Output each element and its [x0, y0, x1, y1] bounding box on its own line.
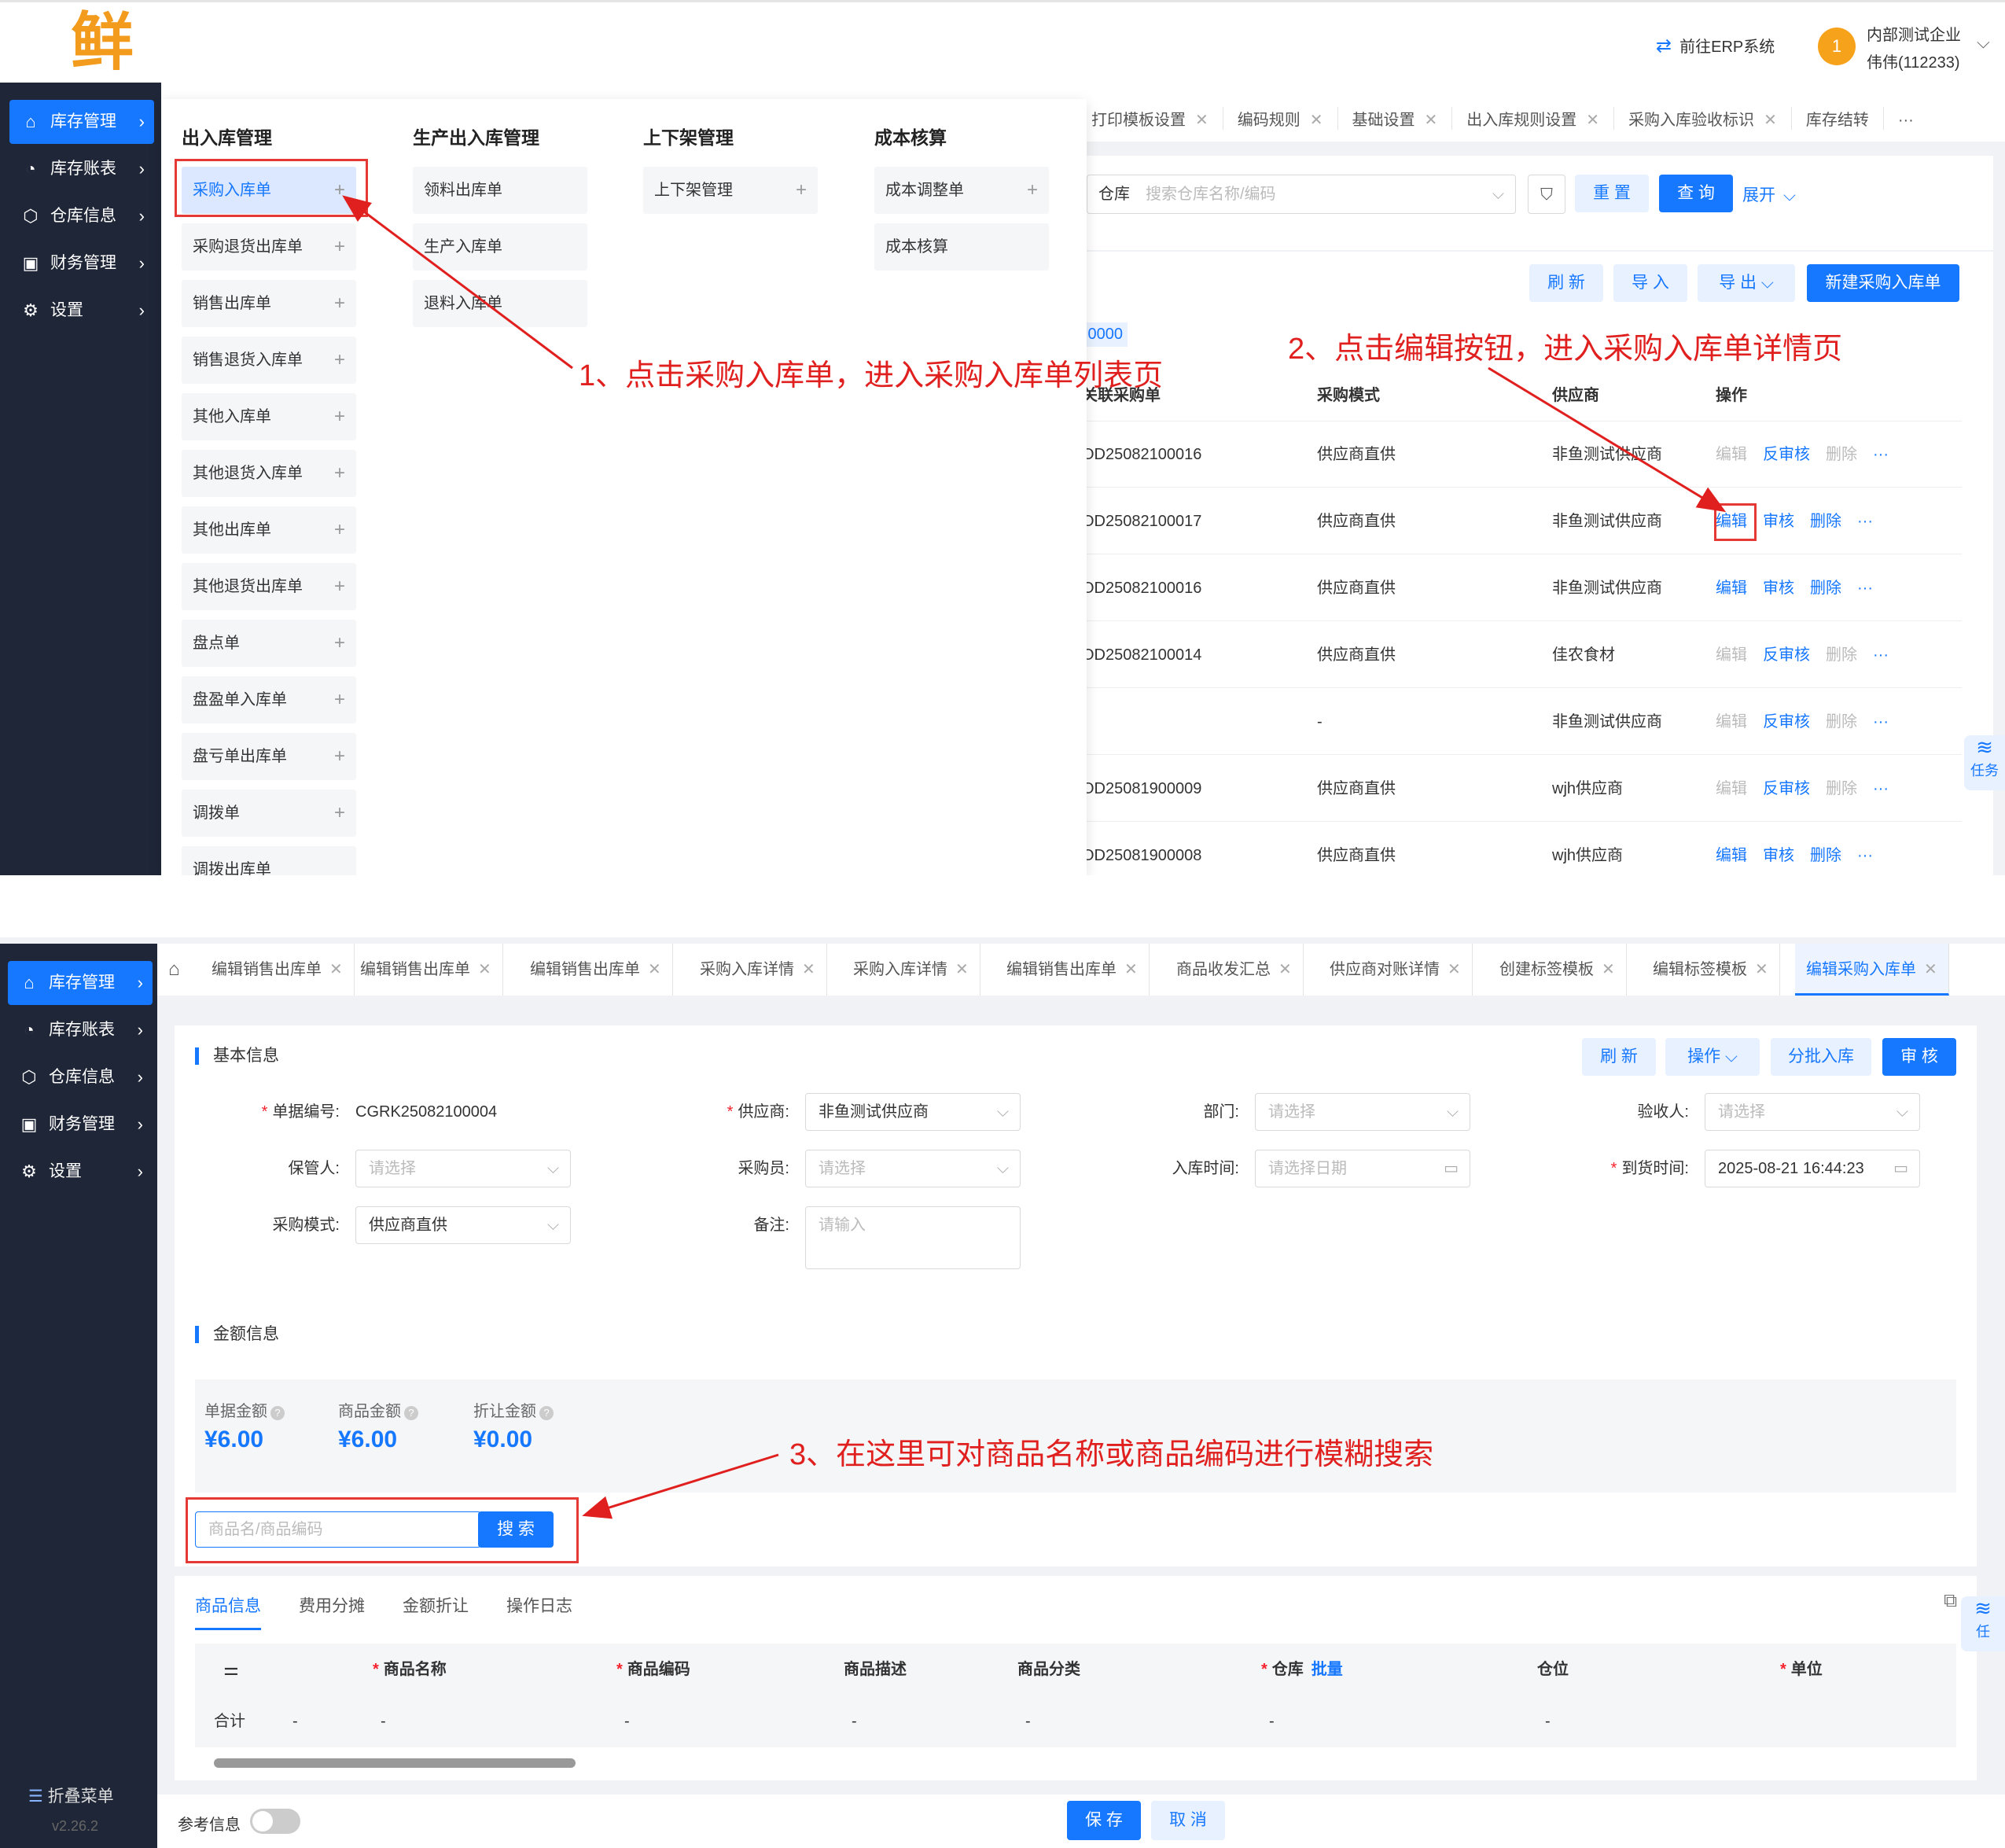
annotation-arrow	[582, 1453, 779, 1519]
annotation-arrows	[342, 195, 1727, 513]
annotation-step1: 1、点击采购入库单，进入采购入库单列表页	[579, 359, 1164, 392]
panel-edit-page: ⌂ 库存管理 › ◔ 库存账表 › ⬡ 仓库信息 › ▣ 财务管理 › ⚙ 设置 › ☰ 折叠菜单 …	[0, 937, 2005, 1848]
annotation-step3: 3、在这里可对商品名称或商品编码进行模糊搜索	[789, 1438, 1434, 1471]
panel-list-page: 鲜 ⇄ 前往ERP系统 1 内部测试企业 伟伟(112233) ⌵ ⌂ 库存管理 › …	[0, 0, 2005, 875]
annotation-step2: 2、点击编辑按钮，进入采购入库单详情页	[1288, 333, 1843, 366]
